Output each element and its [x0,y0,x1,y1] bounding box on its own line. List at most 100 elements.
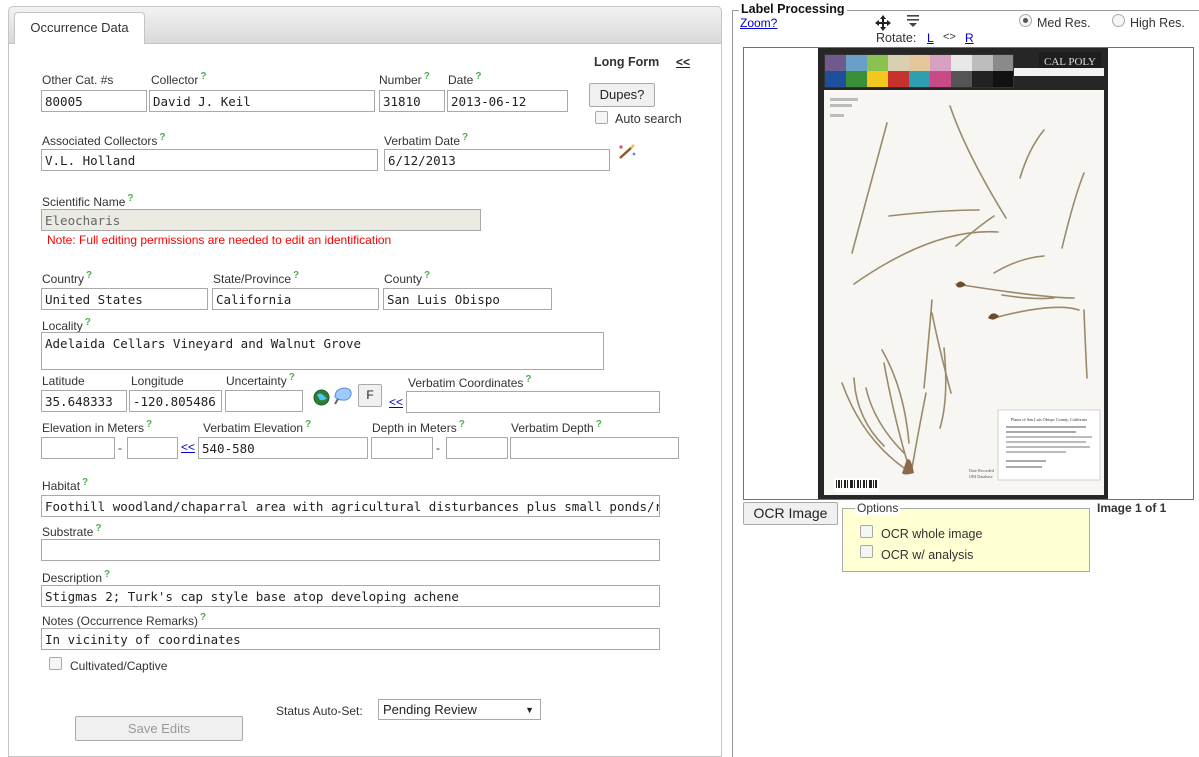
assoc-collectors-label: Associated Collectors? [42,132,166,148]
high-res-radio[interactable] [1112,14,1125,27]
longitude-label: Longitude [131,374,184,388]
specimen-image: CAL POLY SAN LUIS OBISPO [818,48,1108,499]
auto-search-checkbox[interactable] [595,111,608,124]
substrate-label: Substrate? [42,523,102,539]
zoom-link[interactable]: Zoom? [740,16,777,30]
help-icon[interactable]: ? [85,317,91,328]
help-icon[interactable]: ? [289,372,295,383]
chevron-down-icon: ▼ [525,705,534,715]
rotate-left-link[interactable]: L [927,31,934,45]
help-icon[interactable]: ? [159,132,165,143]
habitat-input[interactable]: Foothill woodland/chaparral area with ag… [41,495,660,517]
notes-input[interactable]: In vicinity of coordinates [41,628,660,650]
help-icon[interactable]: ? [596,419,602,430]
ocr-whole-checkbox[interactable] [860,525,873,538]
state-input[interactable]: California [212,288,379,310]
notes-label: Notes (Occurrence Remarks)? [42,612,207,628]
description-label: Description? [42,569,111,585]
date-input[interactable]: 2013-06-12 [447,90,568,112]
habitat-label: Habitat? [42,477,89,493]
status-select[interactable]: Pending Review ▼ [378,699,541,720]
cultivated-checkbox[interactable] [49,657,62,670]
assoc-collectors-input[interactable]: V.L. Holland [41,149,378,171]
uncertainty-input[interactable] [225,390,303,412]
country-input[interactable]: United States [41,288,208,310]
color-card [824,54,1014,88]
f-button[interactable]: F [358,384,382,407]
globe-icon[interactable] [313,389,330,406]
elevation-min-input[interactable] [41,437,115,459]
help-icon[interactable]: ? [127,193,133,204]
help-icon[interactable]: ? [104,569,110,580]
help-icon[interactable]: ? [424,270,430,281]
other-cat-label: Other Cat. #s [42,73,114,87]
substrate-input[interactable] [41,539,660,561]
help-icon[interactable]: ? [475,71,481,82]
long-form-toggle[interactable]: << [676,55,690,69]
help-icon[interactable]: ? [525,374,531,385]
help-icon[interactable]: ? [95,523,101,534]
magic-wand-icon[interactable] [617,143,637,161]
options-legend: Options [855,501,901,515]
verbatim-elevation-input[interactable]: 540-580 [198,437,368,459]
save-edits-button[interactable]: Save Edits [75,716,243,741]
elevation-max-input[interactable] [127,437,178,459]
verbatim-depth-input[interactable] [510,437,679,459]
stamp-text: Date Recorded [969,468,995,473]
help-icon[interactable]: ? [462,132,468,143]
brand-text: CAL POLY [1044,56,1096,68]
county-label: County? [384,270,431,286]
verbatim-coords-input[interactable] [406,391,660,413]
tab-occurrence-data[interactable]: Occurrence Data [14,12,145,45]
longitude-input[interactable]: -120.805486 [129,390,222,412]
rotate-right-link[interactable]: R [965,31,974,45]
depth-max-input[interactable] [446,437,508,459]
elevation-toggle-link[interactable]: << [181,440,195,454]
rotate-label: Rotate: [876,31,917,45]
locality-textarea[interactable]: Adelaida Cellars Vineyard and Walnut Gro… [41,332,604,370]
help-icon[interactable]: ? [424,71,430,82]
dupes-button[interactable]: Dupes? [589,83,655,107]
help-icon[interactable]: ? [86,270,92,281]
help-icon[interactable]: ? [200,612,206,623]
latitude-input[interactable]: 35.648333 [41,390,127,412]
specimen-image-frame[interactable]: CAL POLY SAN LUIS OBISPO [743,47,1194,500]
help-icon[interactable]: ? [459,419,465,430]
help-icon[interactable]: ? [82,477,88,488]
help-icon[interactable]: ? [305,419,311,430]
ocr-image-button[interactable]: OCR Image [743,502,838,525]
other-cat-input[interactable]: 80005 [41,90,147,112]
status-label: Status Auto-Set: [276,704,363,718]
cultivated-label: Cultivated/Captive [70,659,168,673]
date-label: Date? [448,71,482,87]
ocr-analysis-checkbox[interactable] [860,545,873,558]
help-icon[interactable]: ? [200,71,206,82]
coords-toggle-link[interactable]: << [389,395,403,409]
country-label: Country? [42,270,93,286]
med-res-radio[interactable] [1019,14,1032,27]
verbatim-date-label: Verbatim Date? [384,132,469,148]
scientific-name-label: Scientific Name? [42,193,134,209]
ocr-whole-label: OCR whole image [881,527,983,541]
verbatim-date-input[interactable]: 6/12/2013 [384,149,610,171]
collector-label: Collector? [151,71,207,87]
high-res-label: High Res. [1130,16,1185,30]
rotate-separator: <> [943,31,956,43]
depth-separator: - [436,441,440,455]
help-icon[interactable]: ? [146,419,152,430]
verbatim-elevation-label: Verbatim Elevation? [203,419,312,435]
county-input[interactable]: San Luis Obispo [383,288,552,310]
image-counter: Image 1 of 1 [1097,501,1167,515]
collector-input[interactable]: David J. Keil [149,90,375,112]
label-processing-legend: Label Processing [739,2,847,16]
uncertainty-label: Uncertainty? [226,372,295,388]
help-icon[interactable]: ? [293,270,299,281]
scientific-name-input: Eleocharis [41,209,481,231]
description-input[interactable]: Stigmas 2; Turk's cap style base atop de… [41,585,660,607]
geolocate-icon[interactable] [332,385,354,405]
number-input[interactable]: 31810 [379,90,445,112]
menu-icon[interactable] [906,12,920,28]
depth-min-input[interactable] [371,437,433,459]
move-icon[interactable] [874,14,892,32]
permission-note: Note: Full editing permissions are neede… [47,233,392,247]
